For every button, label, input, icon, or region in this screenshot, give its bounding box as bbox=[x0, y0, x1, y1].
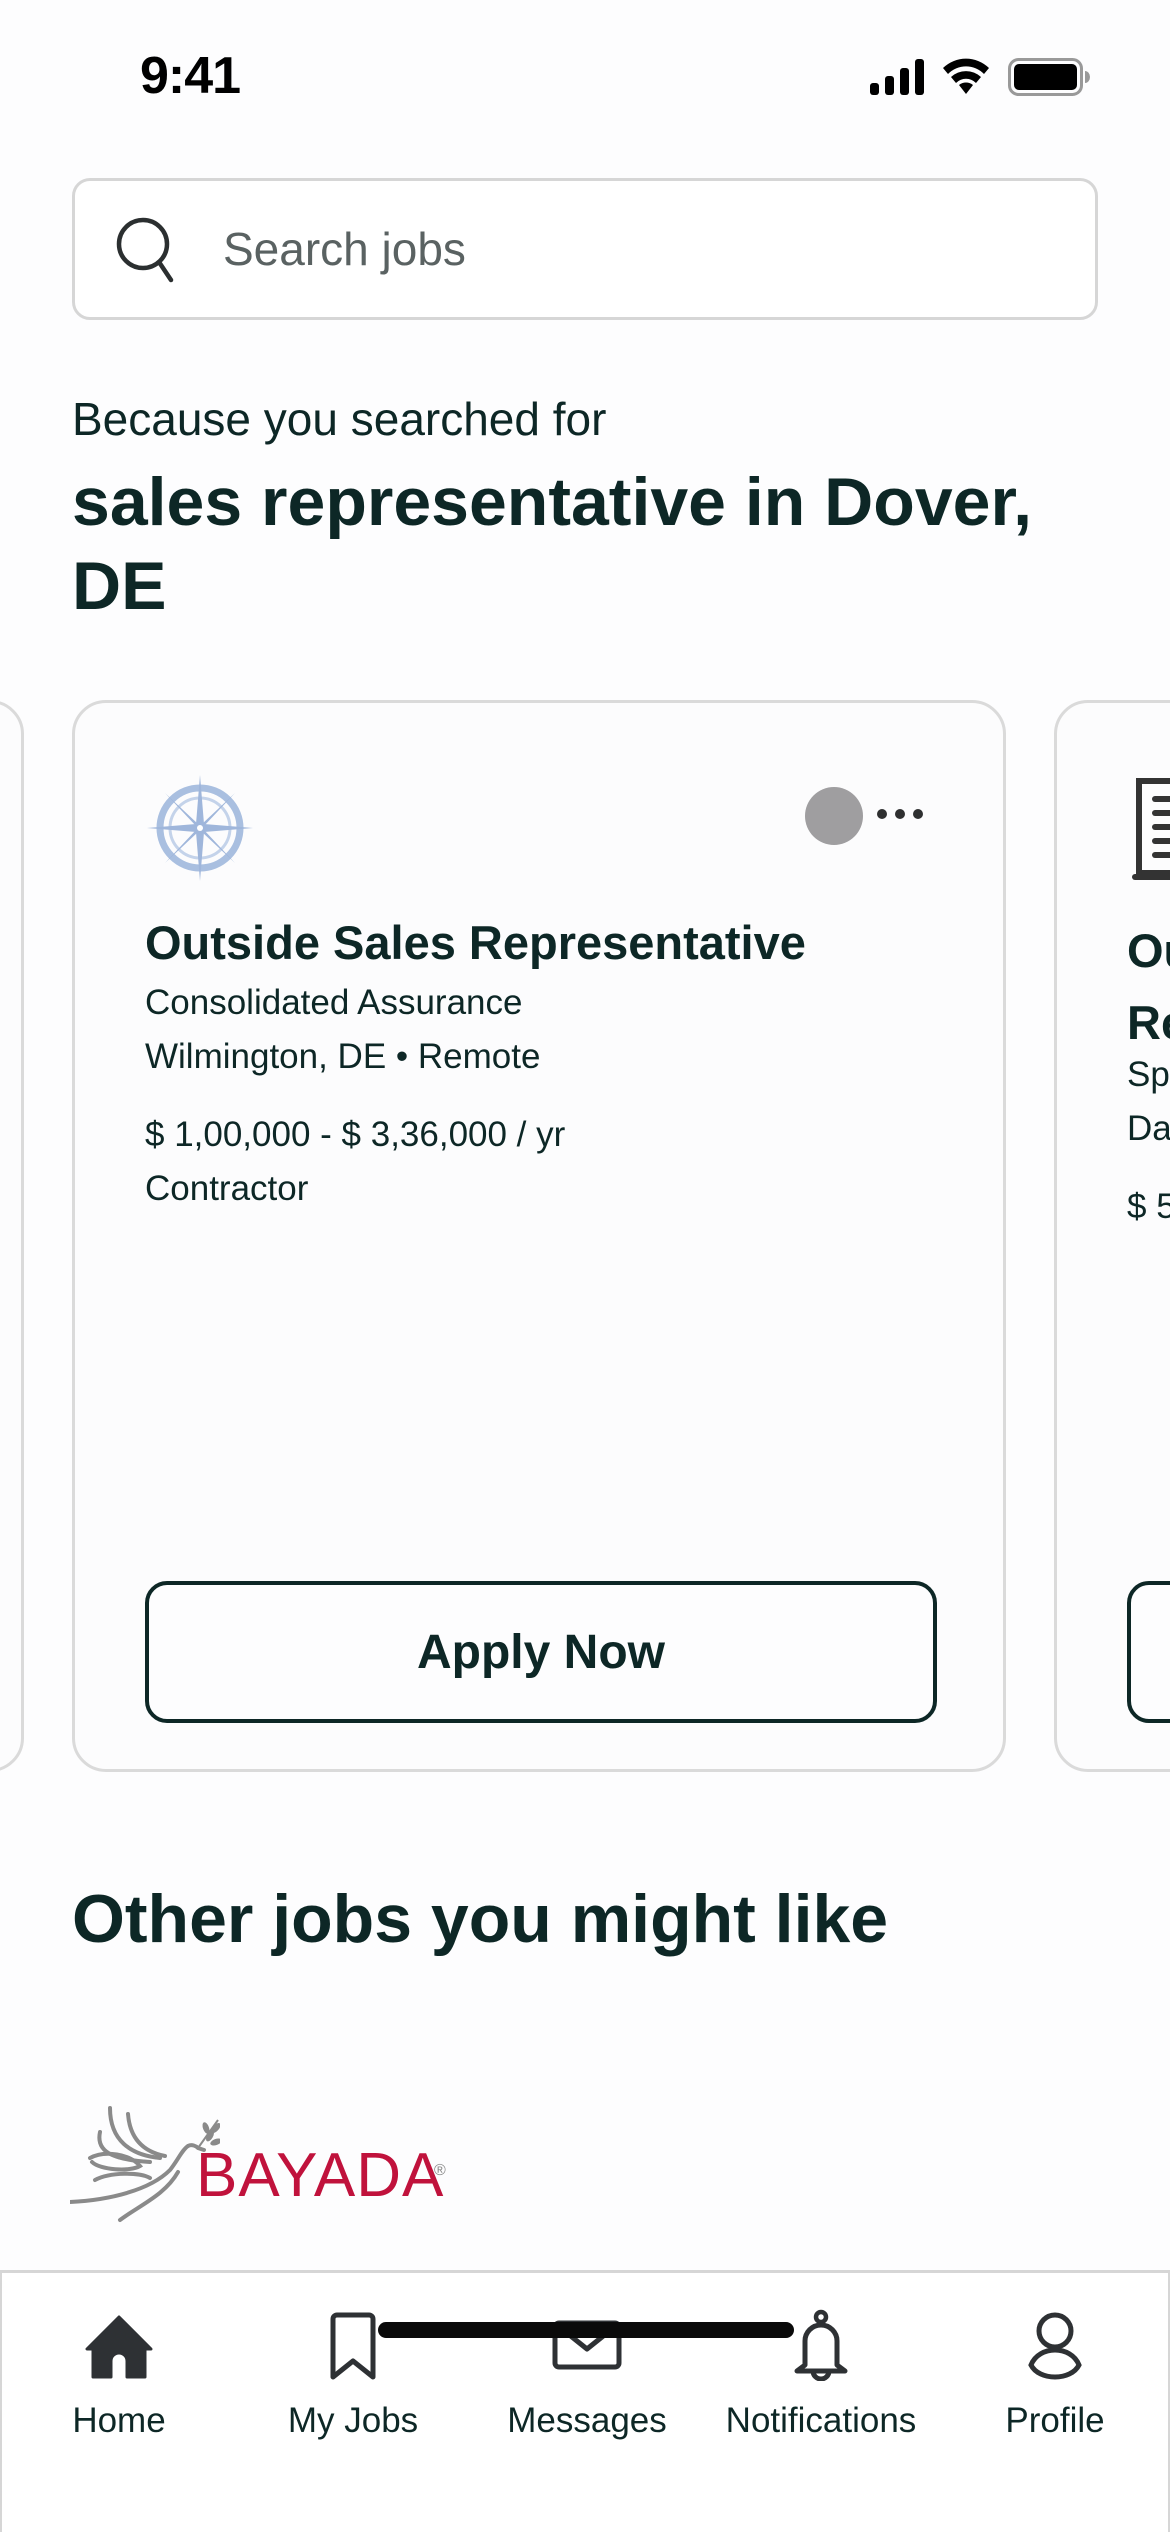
company-name: Consolidated Assurance bbox=[145, 983, 523, 1022]
tab-notifications[interactable]: Notifications bbox=[704, 2273, 938, 2443]
tab-label: Messages bbox=[507, 2401, 667, 2440]
status-bar: 9:41 bbox=[0, 0, 1170, 150]
job-location: Wilmington, DE • Remote bbox=[145, 1037, 541, 1076]
compass-rose-logo bbox=[147, 775, 253, 881]
tab-label: Profile bbox=[1005, 2401, 1105, 2440]
home-icon bbox=[85, 2315, 153, 2379]
search-input[interactable]: Search jobs bbox=[72, 178, 1098, 320]
company-name: Sp bbox=[1127, 1055, 1170, 1094]
recommendation-intro: Because you searched for bbox=[72, 393, 607, 445]
tab-label: Notifications bbox=[725, 2401, 917, 2440]
tab-messages[interactable]: Messages bbox=[470, 2273, 704, 2443]
document-logo bbox=[1132, 778, 1170, 880]
bayada-logo: BAYADA ® bbox=[70, 2100, 460, 2230]
status-time: 9:41 bbox=[140, 47, 241, 105]
search-icon bbox=[116, 217, 174, 283]
job-location: Da bbox=[1127, 1109, 1170, 1148]
job-title[interactable]: Ou Re bbox=[1127, 915, 1170, 1059]
tab-label: My Jobs bbox=[287, 2401, 419, 2440]
home-indicator[interactable] bbox=[378, 2322, 794, 2338]
person-icon bbox=[1028, 2312, 1082, 2380]
job-title[interactable]: Outside Sales Representative bbox=[145, 915, 806, 970]
company-name: BAYADA bbox=[196, 2141, 445, 2210]
job-title-line: Re bbox=[1127, 996, 1170, 1049]
tab-profile[interactable]: Profile bbox=[938, 2273, 1170, 2443]
other-jobs-heading: Other jobs you might like bbox=[72, 1881, 889, 1957]
apply-now-button[interactable] bbox=[1127, 1581, 1170, 1723]
status-icons bbox=[870, 58, 1090, 96]
more-options-icon[interactable] bbox=[877, 799, 929, 829]
tab-label: Home bbox=[72, 2401, 166, 2440]
employment-type: Contractor bbox=[145, 1169, 309, 1208]
apply-now-button[interactable]: Apply Now bbox=[145, 1581, 937, 1723]
tab-bar: Home My Jobs Messages Notifications Prof… bbox=[0, 2270, 1170, 2532]
job-salary: $ 5 bbox=[1127, 1187, 1170, 1226]
tab-home[interactable]: Home bbox=[2, 2273, 236, 2443]
cellular-signal-icon bbox=[870, 59, 924, 95]
recommendation-query: sales representative in Dover, DE bbox=[72, 464, 1033, 624]
job-card-previous[interactable] bbox=[0, 700, 24, 1772]
status-indicator bbox=[805, 787, 863, 845]
tab-my-jobs[interactable]: My Jobs bbox=[236, 2273, 470, 2443]
wifi-icon bbox=[943, 58, 989, 94]
job-salary: $ 1,00,000 - $ 3,36,000 / yr bbox=[145, 1115, 566, 1154]
job-title-line: Ou bbox=[1127, 924, 1170, 977]
registered-mark: ® bbox=[434, 2162, 446, 2179]
envelope-icon bbox=[552, 2320, 622, 2370]
job-card-next[interactable]: Ou Re Sp Da $ 5 bbox=[1054, 700, 1170, 1772]
bell-icon bbox=[794, 2309, 848, 2381]
bookmark-icon bbox=[330, 2312, 376, 2380]
screen: 9:41 Search jobs Because you searched fo… bbox=[0, 0, 1170, 2532]
battery-icon bbox=[1008, 58, 1090, 96]
search-placeholder: Search jobs bbox=[223, 223, 466, 275]
job-card[interactable]: Outside Sales Representative Consolidate… bbox=[72, 700, 1006, 1772]
